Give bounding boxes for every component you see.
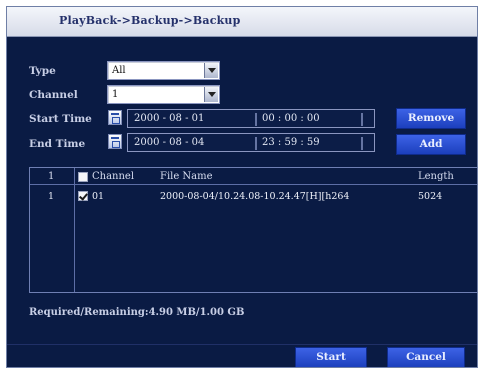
- row-channel: 01: [92, 191, 105, 202]
- channel-select-value: 1: [112, 89, 119, 100]
- add-button[interactable]: Add: [396, 134, 466, 155]
- field-divider: [255, 113, 257, 126]
- end-time-label: End Time: [29, 138, 86, 150]
- cancel-button[interactable]: Cancel: [387, 347, 465, 367]
- end-time-field[interactable]: 2000 - 08 - 04 23 : 59 : 59: [127, 133, 375, 152]
- start-date-value[interactable]: 2000 - 08 - 01: [134, 113, 204, 124]
- column-header-channel[interactable]: Channel: [92, 171, 134, 182]
- calendar-icon[interactable]: [108, 110, 122, 125]
- header-divider: [30, 184, 477, 185]
- row-checkbox[interactable]: [78, 191, 88, 201]
- remove-button[interactable]: Remove: [396, 108, 466, 129]
- backup-file-list[interactable]: 1 Channel File Name Length 1 01 2000-08-…: [29, 167, 477, 293]
- type-select-value: All: [112, 65, 126, 76]
- field-divider: [255, 137, 257, 150]
- end-clock-value[interactable]: 23 : 59 : 59: [262, 137, 320, 148]
- row-length: 5024: [418, 191, 443, 202]
- backup-window: PlayBack->Backup->Backup Type All Channe…: [6, 6, 478, 368]
- start-time-field[interactable]: 2000 - 08 - 01 00 : 00 : 00: [127, 109, 375, 128]
- select-all-checkbox[interactable]: [78, 172, 88, 182]
- footer-bar: Start Cancel: [7, 344, 477, 367]
- channel-select[interactable]: 1: [107, 85, 220, 104]
- row-file-name: 2000-08-04/10.24.08-10.24.47[H][h264: [160, 191, 350, 202]
- dropdown-arrow-icon[interactable]: [204, 87, 218, 102]
- type-label: Type: [29, 65, 56, 77]
- channel-label: Channel: [29, 89, 78, 101]
- column-header-file-name[interactable]: File Name: [160, 171, 213, 182]
- start-time-label: Start Time: [29, 113, 92, 125]
- header-index: 1: [48, 171, 55, 182]
- storage-status: Required/Remaining:4.90 MB/1.00 GB: [29, 307, 245, 318]
- column-divider: [74, 168, 75, 292]
- end-date-value[interactable]: 2000 - 08 - 04: [134, 137, 204, 148]
- window-title: PlayBack->Backup->Backup: [59, 14, 241, 27]
- row-index: 1: [48, 191, 55, 202]
- column-header-length[interactable]: Length: [418, 171, 454, 182]
- field-divider: [361, 113, 363, 126]
- type-select[interactable]: All: [107, 61, 220, 80]
- calendar-icon[interactable]: [108, 134, 122, 149]
- start-clock-value[interactable]: 00 : 00 : 00: [262, 113, 320, 124]
- start-button[interactable]: Start: [295, 347, 367, 367]
- title-bar: PlayBack->Backup->Backup: [7, 7, 477, 37]
- field-divider: [361, 137, 363, 150]
- dropdown-arrow-icon[interactable]: [204, 63, 218, 78]
